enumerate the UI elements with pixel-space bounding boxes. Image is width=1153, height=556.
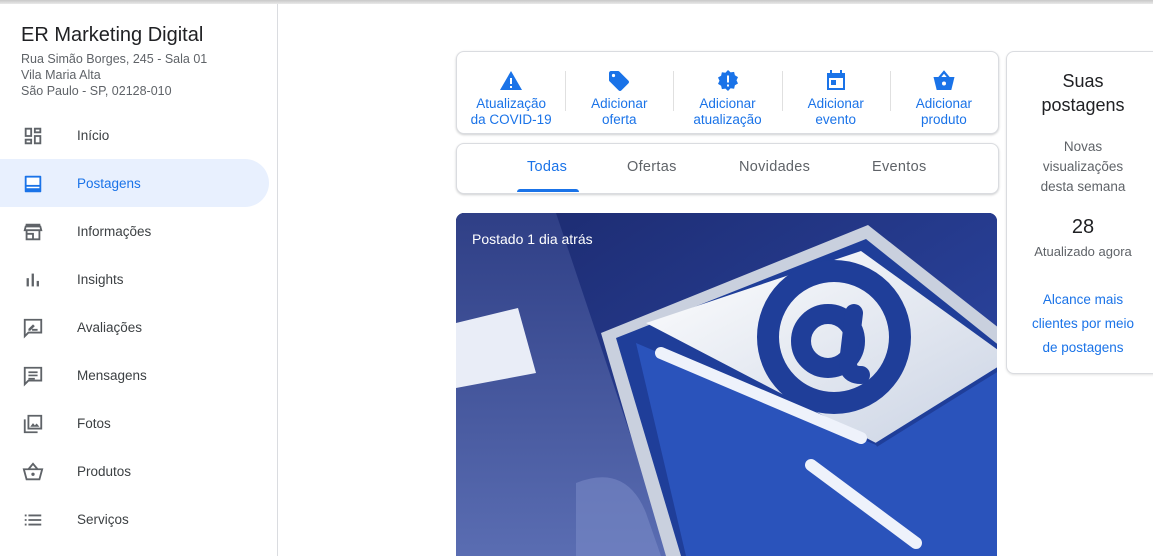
- address-line-2: Vila Maria Alta: [21, 68, 101, 82]
- photos-icon: [23, 414, 43, 434]
- views-count: 28: [1071, 216, 1095, 238]
- sidebar-item-label: Fotos: [77, 415, 111, 431]
- covid-update-button[interactable]: Atualização da COVID-19: [457, 52, 565, 133]
- tab-todas[interactable]: Todas: [527, 144, 567, 193]
- warning-icon: [500, 71, 523, 90]
- post-filter-tabs: Todas Ofertas Novidades Eventos: [456, 143, 999, 194]
- dashboard-icon: [24, 127, 42, 145]
- add-offer-button[interactable]: Adicionar oferta: [565, 52, 673, 133]
- basket-icon: [22, 462, 44, 481]
- add-event-button[interactable]: Adicionar evento: [781, 52, 890, 133]
- sidebar-item-inicio[interactable]: Início: [0, 111, 269, 159]
- active-tab-indicator: [517, 189, 579, 192]
- sidebar-item-postagens[interactable]: Postagens: [0, 159, 269, 207]
- sidebar-item-label: Mensagens: [77, 367, 147, 383]
- posts-icon: [24, 175, 42, 193]
- sidebar-item-mensagens[interactable]: Mensagens: [0, 351, 269, 399]
- basket-icon: [933, 70, 955, 90]
- post-time: Postado 1 dia atrás: [472, 231, 593, 247]
- update-badge-icon: [717, 70, 738, 91]
- sidebar-item-insights[interactable]: Insights: [0, 255, 269, 303]
- message-icon: [23, 366, 43, 387]
- calendar-icon: [826, 70, 845, 90]
- action-label: Adicionar oferta: [591, 96, 648, 127]
- address-line-1: Rua Simão Borges, 245 - Sala 01: [21, 52, 208, 66]
- address-line-3: São Paulo - SP, 02128-010: [21, 84, 172, 98]
- sidebar-item-avaliacoes[interactable]: Avaliações: [0, 303, 269, 351]
- tag-icon: [609, 71, 630, 91]
- stats-subtitle: Novas visualizações desta semana: [1040, 139, 1126, 194]
- add-product-button[interactable]: Adicionar produto: [889, 52, 998, 133]
- store-icon: [23, 223, 43, 241]
- sidebar-nav: Início Postagens Informações Insights Av…: [0, 111, 277, 543]
- reach-more-customers-link[interactable]: Alcance mais clientes por meio de postag…: [1007, 288, 1153, 360]
- tab-novidades[interactable]: Novidades: [739, 144, 810, 193]
- sidebar: ER Marketing Digital Rua Simão Borges, 2…: [0, 4, 278, 556]
- stats-title: Suas postagens: [1041, 71, 1125, 115]
- action-label: Adicionar atualização: [693, 96, 762, 127]
- sidebar-item-servicos[interactable]: Serviços: [0, 495, 269, 543]
- sidebar-item-label: Postagens: [77, 175, 141, 191]
- sidebar-item-informacoes[interactable]: Informações: [0, 207, 269, 255]
- tab-ofertas[interactable]: Ofertas: [627, 144, 677, 193]
- sidebar-item-fotos[interactable]: Fotos: [0, 399, 269, 447]
- email-illustration: [456, 213, 997, 556]
- sidebar-item-label: Insights: [77, 271, 124, 287]
- sidebar-item-label: Produtos: [77, 463, 132, 479]
- bar-chart-icon: [26, 273, 39, 287]
- add-update-button[interactable]: Adicionar atualização: [673, 52, 781, 133]
- sidebar-item-label: Informações: [77, 223, 152, 239]
- sidebar-item-produtos[interactable]: Produtos: [0, 447, 269, 495]
- sidebar-item-label: Início: [77, 127, 110, 143]
- sidebar-item-label: Serviços: [77, 511, 129, 527]
- action-label: Adicionar produto: [915, 96, 973, 127]
- action-label: Adicionar evento: [807, 96, 864, 127]
- list-icon: [24, 514, 42, 526]
- post-card[interactable]: Postado 1 dia atrás: [456, 213, 997, 556]
- post-actions-card: Atualização da COVID-19 Adicionar oferta…: [456, 51, 999, 134]
- updated-status: Atualizado agora: [1034, 244, 1132, 259]
- your-posts-card: Suas postagens Novas visualizações desta…: [1006, 51, 1153, 374]
- business-name: ER Marketing Digital: [21, 24, 204, 46]
- tab-eventos[interactable]: Eventos: [872, 144, 927, 193]
- sidebar-item-label: Avaliações: [77, 319, 143, 335]
- action-label: Atualização da COVID-19: [470, 96, 552, 127]
- reviews-icon: [23, 318, 43, 339]
